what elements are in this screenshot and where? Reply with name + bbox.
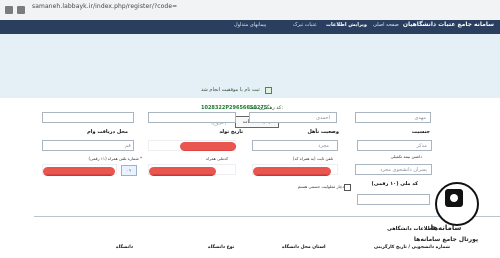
first-name-field[interactable]: مهدی — [355, 112, 431, 123]
national-note-field[interactable] — [357, 194, 430, 205]
first-name-value: مهدی — [414, 115, 426, 121]
browser-bar: samaneh.labbayk.ir/index.php/register/?c… — [0, 0, 500, 21]
success-message: ثبت نام با موفقیت انجام شد — [201, 87, 260, 93]
loan-place-label: محل دریافت وام — [87, 129, 128, 135]
browser-url[interactable]: samaneh.labbayk.ir/index.php/register/?c… — [32, 3, 177, 10]
top-navigation: پیمانهای متداول عتبات تبرک ویرایش اطلاعا… — [0, 20, 500, 34]
extra-field[interactable] — [42, 112, 134, 123]
mobile-prefix-box[interactable]: ۰۹ — [121, 165, 137, 176]
mobile-note: شماره تلفن همراه (۱۱ رقمی) * — [88, 156, 142, 161]
mobile-prefix: ۰۹ — [126, 168, 132, 174]
national-note-label: کد ملی (۱۰ رقمی) — [371, 181, 418, 187]
nav-item-faq[interactable]: پیمانهای متداول — [234, 22, 266, 28]
watermark-logo-dot — [450, 194, 458, 202]
loan-place-select[interactable]: قم — [42, 140, 134, 151]
birth-date-label: تاریخ تولد — [219, 129, 243, 135]
nav-item-tabarok[interactable]: عتبات تبرک — [293, 22, 317, 28]
birth-date-field[interactable] — [148, 140, 236, 151]
browser-menu-icon[interactable] — [5, 6, 13, 14]
gender-select[interactable]: مذکر — [357, 140, 432, 151]
loan-place-value: قم — [125, 143, 131, 149]
nav-item-home[interactable]: صفحه اصلی — [373, 22, 399, 28]
marital-value: مجرد — [318, 143, 329, 149]
marital-select[interactable]: مجرد — [252, 140, 338, 151]
success-checkbox-icon — [265, 87, 272, 94]
guardian-value: پسران دانشجوی مجرد — [380, 167, 427, 173]
last-name-value: احمدی — [316, 115, 330, 121]
guardian-select[interactable]: پسران دانشجوی مجرد — [355, 164, 432, 175]
nav-item-edit[interactable]: ویرایش اطلاعات — [326, 22, 367, 28]
university-col-university: دانشگاه — [116, 245, 134, 250]
mobile-field[interactable] — [42, 164, 117, 175]
watermark-title: سامانه‌ها — [430, 224, 462, 232]
phone-field[interactable] — [252, 164, 338, 175]
gender-label: جنسیت — [411, 129, 430, 135]
university-col-type: نوع دانشگاه — [208, 245, 235, 250]
watermark-subtitle: پورتال جامع سامانه‌ها — [413, 236, 479, 243]
university-col-province: استان محل دانشگاه — [282, 245, 326, 250]
tracking-code: 1028322P29656650275 — [201, 105, 268, 111]
national-code-label: کدملی همراه — [206, 156, 228, 161]
last-name-field[interactable]: احمدی — [249, 112, 337, 123]
phone-note: تلفن ثابت (به همراه کد) — [292, 156, 333, 161]
site-brand: سامانه جامع عتبات دانشگاهیان — [402, 21, 494, 28]
disability-checkbox[interactable] — [344, 184, 351, 191]
national-code-field[interactable] — [148, 164, 236, 175]
disability-label: دچار معلولیت جسمی هستم — [297, 184, 344, 189]
screenshot-frame: samaneh.labbayk.ir/index.php/register/?c… — [0, 0, 500, 258]
father-name-field[interactable] — [148, 112, 236, 123]
guardian-note: داشتن بیمه تکمیلی — [390, 154, 422, 159]
browser-refresh-icon[interactable] — [17, 6, 25, 14]
marital-label: وضعیت تأهل — [307, 129, 339, 135]
success-band: ثبت نام با موفقیت انجام شد کد رهگیری شما… — [0, 34, 500, 128]
university-col-student-number: شماره دانشجویی / تاریخ کارگزینی — [374, 245, 451, 250]
gender-value: مذکر — [416, 143, 427, 149]
